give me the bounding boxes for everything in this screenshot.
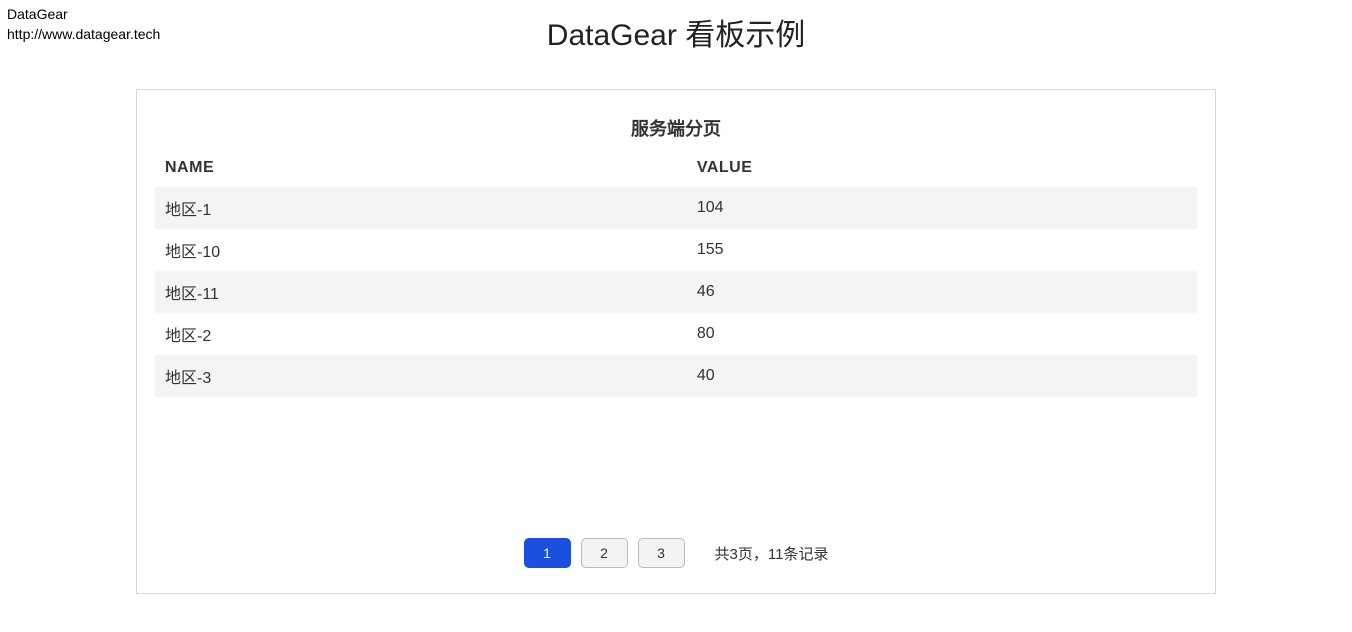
table-row: 地区-1104 [155,187,1197,229]
brand-name: DataGear [7,5,160,25]
page-button-1[interactable]: 1 [524,538,571,568]
cell-name: 地区-1 [155,187,697,229]
pagination: 123 共3页，11条记录 [137,538,1215,568]
cell-value: 80 [697,313,1197,355]
col-header-name: NAME [155,151,697,187]
col-header-value: VALUE [697,151,1197,187]
table-row: 地区-280 [155,313,1197,355]
brand-meta: DataGear http://www.datagear.tech [7,5,160,44]
page-title: DataGear 看板示例 [0,10,1352,54]
brand-url: http://www.datagear.tech [7,25,160,45]
cell-value: 46 [697,271,1197,313]
page-button-2[interactable]: 2 [581,538,628,568]
cell-name: 地区-3 [155,355,697,397]
data-table: NAME VALUE 地区-1104地区-10155地区-1146地区-280地… [155,151,1197,397]
table-row: 地区-340 [155,355,1197,397]
cell-value: 104 [697,187,1197,229]
pagination-summary: 共3页，11条记录 [715,543,829,564]
table-row: 地区-1146 [155,271,1197,313]
page-button-3[interactable]: 3 [638,538,685,568]
data-panel: 服务端分页 NAME VALUE 地区-1104地区-10155地区-1146地… [136,89,1216,594]
table-header-row: NAME VALUE [155,151,1197,187]
cell-value: 155 [697,229,1197,271]
cell-value: 40 [697,355,1197,397]
cell-name: 地区-10 [155,229,697,271]
cell-name: 地区-11 [155,271,697,313]
table-row: 地区-10155 [155,229,1197,271]
panel-title: 服务端分页 [155,115,1197,141]
cell-name: 地区-2 [155,313,697,355]
